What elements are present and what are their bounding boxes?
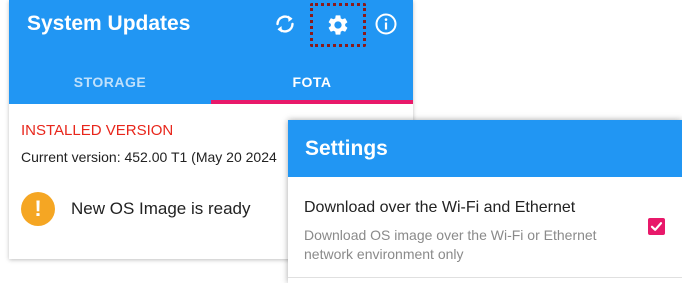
settings-title: Settings [305, 137, 388, 160]
settings-button[interactable] [310, 3, 366, 47]
settings-dialog: Settings Download over the Wi-Fi and Eth… [288, 120, 682, 283]
wifi-ethernet-download-preference[interactable]: Download over the Wi-Fi and Ethernet Dow… [288, 177, 682, 277]
update-status-text: New OS Image is ready [71, 199, 251, 218]
current-version-text: Current version: 452.00 T1 (May 20 2024 [21, 149, 277, 165]
divider [288, 277, 682, 278]
refresh-button[interactable] [271, 10, 299, 38]
app-title: System Updates [27, 12, 191, 35]
preference-summary: Download OS image over the Wi-Fi or Ethe… [304, 227, 597, 262]
info-button[interactable] [372, 10, 400, 38]
tab-fota[interactable]: FOTA [211, 60, 413, 104]
tab-indicator [211, 100, 413, 104]
tab-storage[interactable]: STORAGE [9, 60, 211, 104]
settings-header: Settings [288, 120, 682, 177]
preference-title: Download over the Wi-Fi and Ethernet [304, 199, 576, 216]
update-status: ! New OS Image is ready [21, 191, 251, 227]
wifi-ethernet-checkbox[interactable] [648, 218, 665, 235]
info-icon [375, 13, 397, 35]
gear-icon [328, 15, 348, 35]
checkmark-icon [650, 222, 663, 231]
app-bar: System Updates STORAGE FOTA [9, 0, 413, 104]
installed-version-heading: INSTALLED VERSION [21, 122, 174, 139]
alert-icon: ! [21, 192, 55, 226]
refresh-icon [276, 15, 294, 33]
